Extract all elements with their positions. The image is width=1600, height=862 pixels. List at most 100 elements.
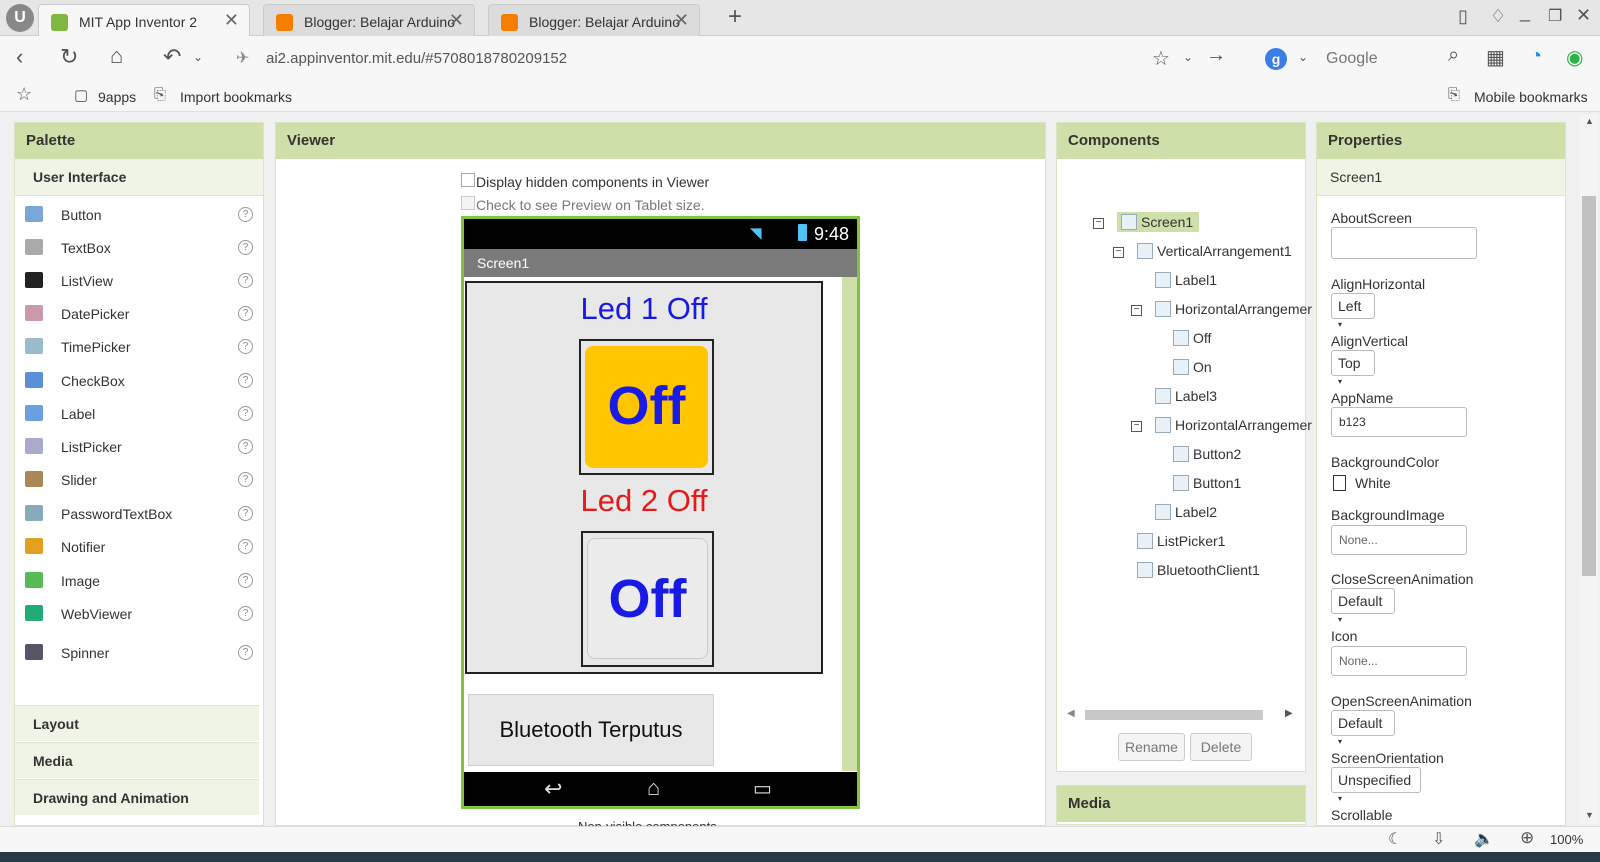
download-icon[interactable]: ⇩ xyxy=(1432,829,1445,849)
night-mode-icon[interactable]: ☾ xyxy=(1388,829,1402,849)
reload-icon[interactable]: ↻ xyxy=(60,44,78,70)
hscroll-thumb[interactable] xyxy=(1085,710,1263,720)
help-icon[interactable]: ? xyxy=(238,539,253,554)
page-scroll-thumb[interactable] xyxy=(1582,196,1596,576)
home-icon[interactable]: ⌂ xyxy=(110,43,123,69)
palette-category-user-interface[interactable]: User Interface xyxy=(15,159,263,196)
restore-icon[interactable]: ❐ xyxy=(1548,6,1562,26)
palette-item-checkbox[interactable]: CheckBox? xyxy=(15,366,259,396)
help-icon[interactable]: ? xyxy=(238,306,253,321)
palette-category-layout[interactable]: Layout xyxy=(15,705,259,741)
help-icon[interactable]: ? xyxy=(238,645,253,660)
palette-item-listview[interactable]: ListView? xyxy=(15,266,259,296)
palette-item-webviewer[interactable]: WebViewer? xyxy=(15,599,259,629)
help-icon[interactable]: ? xyxy=(238,240,253,255)
screen-orientation-dropdown[interactable]: Unspecified ▾ xyxy=(1331,767,1421,803)
bluetooth-status-button[interactable]: Bluetooth Terputus xyxy=(468,694,714,766)
scroll-right-icon[interactable]: ▶ xyxy=(1285,708,1293,719)
background-color-value[interactable]: White xyxy=(1355,475,1391,491)
volume-icon[interactable]: 🔈 xyxy=(1474,829,1494,849)
tree-node-7[interactable]: HorizontalArrangemer xyxy=(1155,417,1312,433)
help-icon[interactable]: ? xyxy=(238,606,253,621)
close-window-icon[interactable]: ✕ xyxy=(1576,5,1591,26)
align-horizontal-dropdown[interactable]: Left ▾ xyxy=(1331,293,1375,329)
collapse-toggle[interactable]: − xyxy=(1113,247,1124,258)
tab-blogger-1[interactable]: Blogger: Belajar Arduino ✕ xyxy=(263,4,475,36)
palette-item-textbox[interactable]: TextBox? xyxy=(15,233,259,263)
tree-node-11[interactable]: ListPicker1 xyxy=(1137,533,1225,549)
browser-logo-icon[interactable]: U xyxy=(6,4,34,32)
scroll-up-icon[interactable]: ▲ xyxy=(1585,116,1594,126)
sync-icon[interactable]: ◔ xyxy=(1530,45,1542,68)
tree-node-3[interactable]: HorizontalArrangemer xyxy=(1155,301,1312,317)
chevron-down-icon[interactable]: ⌄ xyxy=(1298,50,1308,64)
help-icon[interactable]: ? xyxy=(238,439,253,454)
close-animation-dropdown[interactable]: Default ▾ xyxy=(1331,588,1395,624)
help-icon[interactable]: ? xyxy=(238,472,253,487)
search-engine-label[interactable]: Google xyxy=(1326,50,1378,68)
help-icon[interactable]: ? xyxy=(238,573,253,588)
help-icon[interactable]: ? xyxy=(238,273,253,288)
help-icon[interactable]: ? xyxy=(238,339,253,354)
palette-item-spinner[interactable]: Spinner? xyxy=(15,638,259,668)
tree-node-1[interactable]: VerticalArrangement1 xyxy=(1137,243,1292,259)
off-button-led1[interactable]: Off xyxy=(585,346,708,468)
tree-node-10[interactable]: Label2 xyxy=(1155,504,1217,520)
palette-item-datepicker[interactable]: DatePicker? xyxy=(15,299,259,329)
help-icon[interactable]: ? xyxy=(238,207,253,222)
off-button-led2[interactable]: Off xyxy=(587,538,708,659)
sidebar-icon[interactable]: ▯ xyxy=(1458,6,1468,27)
tree-node-5[interactable]: On xyxy=(1173,359,1212,375)
help-icon[interactable]: ? xyxy=(238,406,253,421)
tree-node-6[interactable]: Label3 xyxy=(1155,388,1217,404)
palette-item-passwordtextbox[interactable]: PasswordTextBox? xyxy=(15,499,259,529)
collapse-toggle[interactable]: − xyxy=(1131,421,1142,432)
delete-button[interactable]: Delete xyxy=(1190,733,1252,761)
mobile-bookmarks[interactable]: Mobile bookmarks xyxy=(1474,89,1588,105)
tab-blogger-2[interactable]: Blogger: Belajar Arduino ✕ xyxy=(488,4,700,36)
about-screen-textarea[interactable] xyxy=(1331,227,1477,259)
star-icon[interactable]: ☆ xyxy=(1152,46,1170,71)
help-icon[interactable]: ? xyxy=(238,506,253,521)
tree-node-2[interactable]: Label1 xyxy=(1155,272,1217,288)
rename-button[interactable]: Rename xyxy=(1118,733,1185,761)
open-animation-dropdown[interactable]: Default ▾ xyxy=(1331,710,1395,746)
tree-node-0[interactable]: Screen1 xyxy=(1117,212,1200,232)
icon-picker[interactable]: None... xyxy=(1331,646,1467,676)
chevron-down-icon[interactable]: ⌄ xyxy=(193,50,203,64)
extension-icon[interactable]: ◉ xyxy=(1566,45,1583,70)
page-scrollbar[interactable]: ▲ ▼ xyxy=(1580,114,1598,824)
palette-item-timepicker[interactable]: TimePicker? xyxy=(15,332,259,362)
undo-icon[interactable]: ↶ xyxy=(163,44,181,70)
back-icon[interactable]: ‹ xyxy=(16,44,23,70)
scroll-down-icon[interactable]: ▼ xyxy=(1585,810,1594,820)
tree-node-4[interactable]: Off xyxy=(1173,330,1211,346)
bookmark-9apps[interactable]: 9apps xyxy=(98,89,136,105)
palette-item-slider[interactable]: Slider? xyxy=(15,465,259,495)
tree-hscrollbar[interactable]: ◀ ▶ xyxy=(1067,708,1297,722)
close-tab-icon[interactable]: ✕ xyxy=(674,10,689,31)
palette-item-label[interactable]: Label? xyxy=(15,399,259,429)
background-color-swatch[interactable] xyxy=(1333,475,1346,491)
align-vertical-dropdown[interactable]: Top ▾ xyxy=(1331,350,1375,386)
close-tab-icon[interactable]: ✕ xyxy=(224,10,239,31)
chevron-down-icon[interactable]: ⌄ xyxy=(1183,50,1193,64)
tree-node-9[interactable]: Button1 xyxy=(1173,475,1241,491)
palette-category-drawing[interactable]: Drawing and Animation xyxy=(15,779,259,815)
tablet-preview-checkbox[interactable] xyxy=(461,196,475,210)
new-tab-icon[interactable]: + xyxy=(728,3,742,31)
forward-icon[interactable]: → xyxy=(1206,44,1226,67)
zoom-level[interactable]: 100% xyxy=(1550,832,1583,847)
skin-icon[interactable]: ♢ xyxy=(1490,6,1506,27)
palette-item-image[interactable]: Image? xyxy=(15,566,259,596)
vertical-arrangement1[interactable]: Led 1 Off Off Led 2 Off Off xyxy=(465,281,823,674)
palette-item-notifier[interactable]: Notifier? xyxy=(15,532,259,562)
search-icon[interactable]: ⌕ xyxy=(1448,44,1459,67)
apps-icon[interactable]: ▦ xyxy=(1486,45,1505,70)
tab-app-inventor[interactable]: MIT App Inventor 2 ✕ xyxy=(38,4,250,36)
bookmark-import[interactable]: Import bookmarks xyxy=(180,89,292,105)
collapse-toggle[interactable]: − xyxy=(1131,305,1142,316)
search-engine-icon[interactable]: g xyxy=(1265,48,1287,70)
scroll-left-icon[interactable]: ◀ xyxy=(1067,708,1075,719)
palette-item-listpicker[interactable]: ListPicker? xyxy=(15,432,259,462)
